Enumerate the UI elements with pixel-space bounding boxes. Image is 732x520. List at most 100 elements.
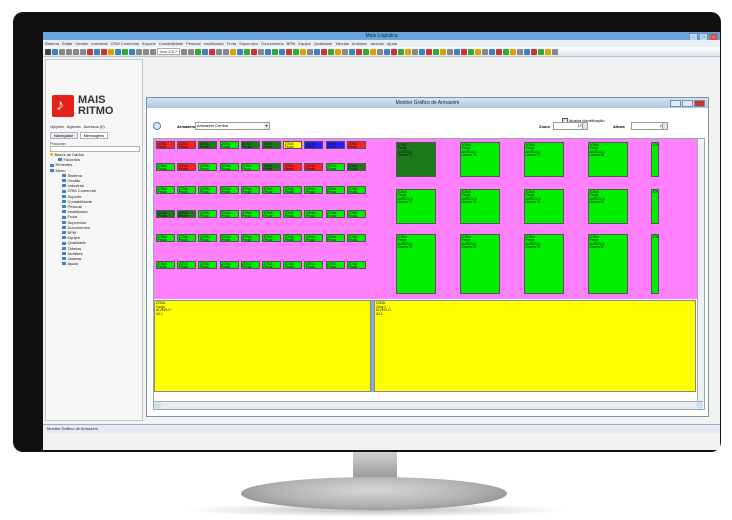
storage-cell[interactable]: ZONA: Peças (283, 261, 303, 269)
storage-cell[interactable]: ZONA: Peças (177, 210, 197, 218)
storage-cell[interactable]: ZONA: Peças (177, 261, 197, 269)
storage-cell[interactable]: ZONA: Peças (325, 186, 345, 194)
toolbar-icon[interactable] (202, 48, 209, 55)
tree-item[interactable]: Ajuda (50, 261, 142, 266)
vertical-scrollbar[interactable] (697, 139, 704, 401)
storage-cell[interactable]: ZONA: Peças (219, 210, 239, 218)
storage-cell[interactable]: ZONA: (651, 142, 659, 177)
toolbar-icon[interactable] (482, 48, 489, 55)
toolbar-icon[interactable] (335, 48, 342, 55)
toolbar-icon[interactable] (342, 48, 349, 55)
storage-cell[interactable]: ZONA: Peças (198, 163, 218, 171)
menu-item[interactable]: BPM (287, 41, 296, 46)
toolbar-icon[interactable] (181, 48, 188, 55)
menu-item[interactable]: Janelas (370, 41, 384, 46)
toolbar-icon[interactable] (314, 48, 321, 55)
toolbar-icon[interactable] (136, 48, 142, 55)
toolbar-icon[interactable] (195, 48, 202, 55)
storage-cell[interactable]: ZONA: Peças (156, 186, 175, 194)
storage-cell[interactable]: ZONA: Peças (219, 234, 239, 242)
storage-cell[interactable]: ZONA: Peças ALVÉOLO: Gaveta 77 (524, 142, 564, 177)
toolbar-icon[interactable] (447, 48, 454, 55)
toolbar-icon[interactable] (349, 48, 356, 55)
storage-cell[interactable]: ZONA: Peças (198, 141, 218, 149)
toolbar-icon[interactable] (237, 48, 244, 55)
toolbar-icon[interactable] (552, 48, 559, 55)
taskbar-item[interactable]: Monitor Gráfico de Armazém (47, 426, 98, 431)
toolbar-icon[interactable] (94, 48, 100, 55)
toolbar-icon[interactable] (300, 48, 307, 55)
storage-cell[interactable]: ZONA: Peças (177, 163, 197, 171)
menu-item[interactable]: Ajuda (387, 41, 397, 46)
toolbar-icon[interactable] (244, 48, 251, 55)
toolbar-icon[interactable] (66, 48, 72, 55)
menu-item[interactable]: Suporte (142, 41, 156, 46)
toolbar-icon[interactable] (440, 48, 447, 55)
storage-cell[interactable]: ZONA: Peças ALVÉOLO: Gaveta 78 (524, 189, 564, 224)
storage-cell[interactable]: ZONA: Peças (325, 261, 345, 269)
height-spinner[interactable] (662, 123, 667, 129)
storage-cell[interactable]: ZONA: Peças ALVÉOLO: Gaveta 79 (524, 234, 564, 294)
storage-cell[interactable]: ZONA: Peças (304, 186, 324, 194)
toolbar-icon[interactable] (496, 48, 503, 55)
toolbar-icon[interactable] (209, 48, 216, 55)
toolbar-icon[interactable] (377, 48, 384, 55)
menu-item[interactable]: Frota (227, 41, 236, 46)
storage-cell[interactable]: ZONA: Peças (156, 261, 175, 269)
child-maximize-button[interactable] (682, 100, 693, 107)
scroll-left-button[interactable] (154, 402, 161, 409)
year-selector[interactable]: Ano 2017 (157, 48, 181, 55)
zoom-input[interactable]: 17 (553, 122, 588, 130)
toolbar-icon[interactable] (321, 48, 328, 55)
storage-cell[interactable]: ZONA: Peças (283, 186, 303, 194)
toolbar-icon[interactable] (398, 48, 405, 55)
menu-item[interactable]: Editar (62, 41, 72, 46)
storage-cell[interactable]: ZONA: Peças ALVÉOLO: Gaveta 71 (396, 142, 436, 177)
menu-item[interactable]: Contabilidade (159, 41, 183, 46)
toolbar-icon[interactable] (370, 48, 377, 55)
toolbar-icon[interactable] (216, 48, 223, 55)
menu-item[interactable]: Sistema (45, 41, 59, 46)
toolbar-icon[interactable] (101, 48, 107, 55)
toolbar-icon[interactable] (272, 48, 279, 55)
storage-cell[interactable]: ZONA: Peças (240, 163, 260, 171)
toolbar-icon[interactable] (384, 48, 391, 55)
menu-item[interactable]: Pessoal (186, 41, 200, 46)
menu-item[interactable]: Tabelas (335, 41, 349, 46)
storage-cell[interactable]: ZONA: Peças (262, 163, 281, 171)
panel-tab[interactable]: Acessos (0) (84, 124, 105, 129)
storage-cell[interactable]: ZONA: Peças (240, 261, 260, 269)
storage-cell[interactable]: ZONA: Peças (346, 261, 366, 269)
storage-cell[interactable]: ZONA: Peças (240, 141, 260, 149)
toolbar-icon[interactable] (115, 48, 121, 55)
toolbar-icon[interactable] (286, 48, 293, 55)
storage-cell[interactable]: ZONA: (651, 234, 659, 294)
storage-cell[interactable]: ZONA: Peças (219, 261, 239, 269)
panel-tab[interactable]: Opções (50, 124, 64, 129)
child-minimize-button[interactable] (670, 100, 681, 107)
storage-cell[interactable]: ZONA: Peças (325, 163, 345, 171)
toolbar-icon[interactable] (475, 48, 482, 55)
toolbar-icon[interactable] (412, 48, 419, 55)
toolbar-icon[interactable] (307, 48, 314, 55)
storage-cell[interactable]: ZONA: Peças (325, 141, 345, 149)
toolbar-icon[interactable] (230, 48, 237, 55)
toolbar-icon[interactable] (531, 48, 538, 55)
toolbar-icon[interactable] (461, 48, 468, 55)
menu-item[interactable]: Supervisor (239, 41, 258, 46)
toolbar-icon[interactable] (258, 48, 265, 55)
storage-cell[interactable]: ZONA: Peças (219, 186, 239, 194)
storage-cell[interactable]: ZONA: Peças (198, 261, 218, 269)
menu-item[interactable]: Industrial (91, 41, 107, 46)
toolbar-icon[interactable] (363, 48, 370, 55)
storage-cell[interactable]: ZONA: Peças (219, 163, 239, 171)
refresh-icon[interactable] (153, 122, 161, 130)
toolbar-icon[interactable] (419, 48, 426, 55)
toolbar-icon[interactable] (59, 48, 65, 55)
storage-cell[interactable]: ZONA: Peças (283, 210, 303, 218)
storage-cell[interactable]: ZONA: Peças ALVÉOLO: Gaveta 74 (460, 142, 500, 177)
toolbar-icon[interactable] (489, 48, 496, 55)
storage-cell[interactable]: ZONA: Peças (346, 234, 366, 242)
storage-cell[interactable]: ZONA: Peças (262, 141, 281, 149)
menu-item[interactable]: Gestão (75, 41, 88, 46)
